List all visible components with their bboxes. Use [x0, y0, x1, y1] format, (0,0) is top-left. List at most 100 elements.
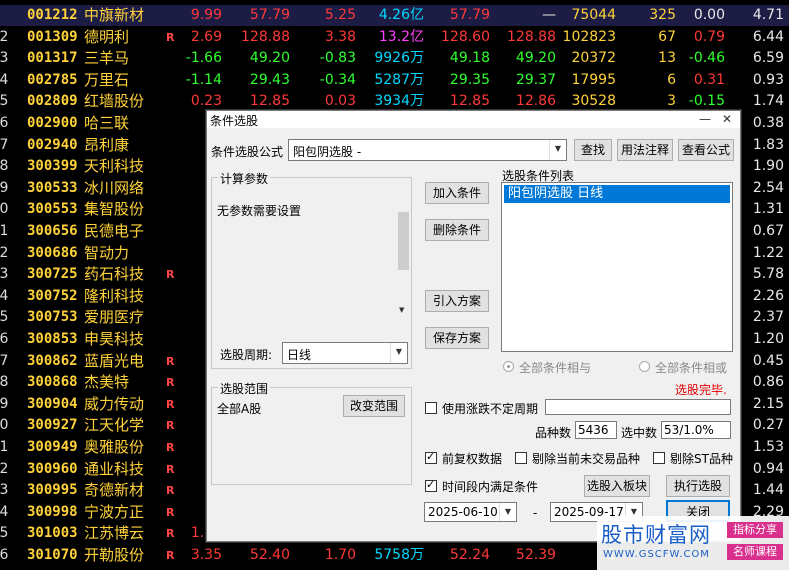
stock-code: 002940 — [27, 136, 78, 153]
cell-value: 20372 — [571, 50, 616, 67]
table-row[interactable]: 2 001309 德明利 R 2.69 128.88 3.38 13.2亿 128.60 128.… — [0, 27, 789, 48]
zd-period-input[interactable] — [545, 399, 731, 415]
stock-code: 300753 — [27, 309, 78, 326]
row-index: 9 — [0, 395, 9, 412]
find-button[interactable]: 查找 — [574, 139, 612, 161]
row-index: 5 — [0, 93, 9, 110]
stock-code: 300725 — [27, 266, 78, 283]
cell-value: 128.88 — [507, 28, 556, 45]
stock-name: 冰川网络 — [84, 178, 145, 197]
margin-flag: R — [166, 527, 175, 541]
row-index: 3 — [0, 482, 9, 499]
row-index: 8 — [0, 158, 9, 175]
stock-name: 蓝盾光电 — [84, 351, 145, 370]
cell-value: 0.86 — [752, 374, 784, 391]
row-index: 7 — [0, 136, 9, 153]
add-to-block-button[interactable]: 选股入板块 — [584, 475, 650, 497]
selected-value: 53/1.0% — [664, 423, 714, 437]
row-index: 5 — [0, 309, 9, 326]
cell-value: 0.94 — [752, 460, 784, 477]
stock-name: 威力传动 — [84, 394, 145, 413]
row-index: 5 — [0, 525, 9, 542]
table-row[interactable]: 3 001317 三羊马 -1.66 49.20 -0.83 9926万 49.18 49.20… — [0, 48, 789, 69]
margin-flag: R — [166, 505, 175, 519]
cell-value: -0.46 — [688, 50, 725, 67]
table-row[interactable]: 4 002785 万里石 -1.14 29.43 -0.34 5287万 29.35 29.37… — [0, 70, 789, 91]
stock-name: 红墙股份 — [84, 92, 145, 111]
cell-value: 3.35 — [190, 547, 222, 563]
stock-code: 001317 — [27, 50, 78, 67]
use-zd-label: 使用涨跌不定周期 — [442, 402, 539, 416]
cell-value: 1.31 — [752, 201, 784, 218]
row-index: 9 — [0, 179, 9, 196]
chevron-down-icon[interactable]: ▼ — [390, 343, 407, 363]
condition-list-item[interactable]: 阳包阴选股 日线 — [504, 185, 730, 203]
cell-value: 13 — [658, 50, 676, 67]
add-condition-button[interactable]: 加入条件 — [425, 182, 489, 204]
cell-value: 0.79 — [693, 28, 725, 45]
cell-value: -0.83 — [319, 50, 356, 67]
cell-value: 1.20 — [752, 331, 784, 347]
params-scrollbar[interactable]: ▼ — [398, 212, 409, 320]
use-zd-checkbox[interactable] — [425, 402, 437, 414]
margin-flag: R — [166, 549, 175, 562]
cell-value: 17995 — [571, 71, 616, 88]
margin-flag: R — [166, 354, 175, 368]
table-row[interactable]: 001212 中旗新材 9.99 57.79 5.25 4.26亿 57.79 — 75044 3… — [0, 5, 789, 26]
stock-code: 001212 — [27, 7, 78, 23]
condition-list[interactable]: 阳包阴选股 日线 — [501, 182, 733, 352]
execute-select-button[interactable]: 执行选股 — [666, 475, 730, 497]
period-select[interactable]: 日线 ▼ — [282, 342, 408, 364]
radio-and[interactable] — [503, 361, 514, 372]
stock-name: 宁波方正 — [84, 502, 145, 521]
stock-code: 300927 — [27, 417, 78, 434]
stock-name: 隆利科技 — [84, 286, 145, 305]
chevron-down-icon[interactable]: ▼ — [549, 140, 566, 160]
radio-or[interactable] — [639, 361, 650, 372]
stock-code: 300533 — [27, 179, 78, 196]
cell-value: 4.26亿 — [378, 7, 424, 23]
row-index: 0 — [0, 417, 9, 434]
stock-name: 通业科技 — [84, 459, 145, 478]
save-scheme-button[interactable]: 保存方案 — [425, 327, 489, 349]
exclude-untraded-checkbox[interactable] — [515, 452, 527, 464]
scrollbar-thumb[interactable] — [398, 212, 409, 270]
import-scheme-button[interactable]: 引入方案 — [425, 290, 489, 312]
time-range-checkbox[interactable] — [425, 478, 437, 492]
view-formula-button[interactable]: 查看公式 — [678, 139, 734, 161]
cell-value: 1.53 — [752, 439, 784, 455]
watermark: 股市财富网 WWW.GSCFW.COM 指标分享 名师课程 — [597, 516, 789, 570]
period-label: 选股周期: — [220, 348, 273, 362]
cell-value: 2.69 — [190, 28, 222, 45]
date-start-value: 2025-06-10 — [428, 505, 498, 519]
chevron-down-icon[interactable]: ▼ — [499, 503, 516, 521]
close-icon[interactable]: ✕ — [716, 111, 738, 128]
stock-code: 002785 — [27, 71, 78, 88]
margin-flag: R — [166, 397, 175, 411]
status-text: 选股完毕. — [675, 383, 727, 397]
change-range-button[interactable]: 改变范围 — [343, 395, 405, 417]
scroll-down-icon[interactable]: ▼ — [399, 306, 404, 314]
stock-name: 三羊马 — [84, 49, 130, 68]
date-start-picker[interactable]: 2025-06-10 ▼ — [424, 502, 517, 522]
stock-name: 智动力 — [84, 243, 130, 262]
exclude-st-checkbox[interactable] — [653, 452, 665, 464]
dialog-title: 条件选股 — [210, 114, 259, 128]
cell-value: 29.35 — [449, 71, 490, 88]
condition-select-dialog: 条件选股 — ✕ 条件选股公式 阳包阴选股 - ▼ 查找 用法注释 查看公式 计… — [206, 110, 741, 542]
cell-value: 52.24 — [449, 547, 490, 563]
stock-code: 300686 — [27, 244, 78, 261]
stock-code: 301003 — [27, 525, 78, 542]
cell-value: 102823 — [562, 28, 616, 45]
usage-notes-button[interactable]: 用法注释 — [617, 139, 673, 161]
cell-value: 0.45 — [752, 352, 784, 369]
fq-checkbox[interactable] — [425, 450, 437, 464]
formula-label: 条件选股公式 — [211, 145, 284, 159]
formula-select[interactable]: 阳包阴选股 - ▼ — [288, 139, 567, 161]
dialog-titlebar: 条件选股 — ✕ — [207, 111, 740, 128]
cell-value: 49.20 — [515, 50, 556, 67]
cell-value: 5287万 — [374, 71, 424, 88]
minimize-icon[interactable]: — — [694, 111, 716, 128]
delete-condition-button[interactable]: 删除条件 — [425, 219, 489, 241]
cell-value: 4.71 — [752, 7, 784, 23]
